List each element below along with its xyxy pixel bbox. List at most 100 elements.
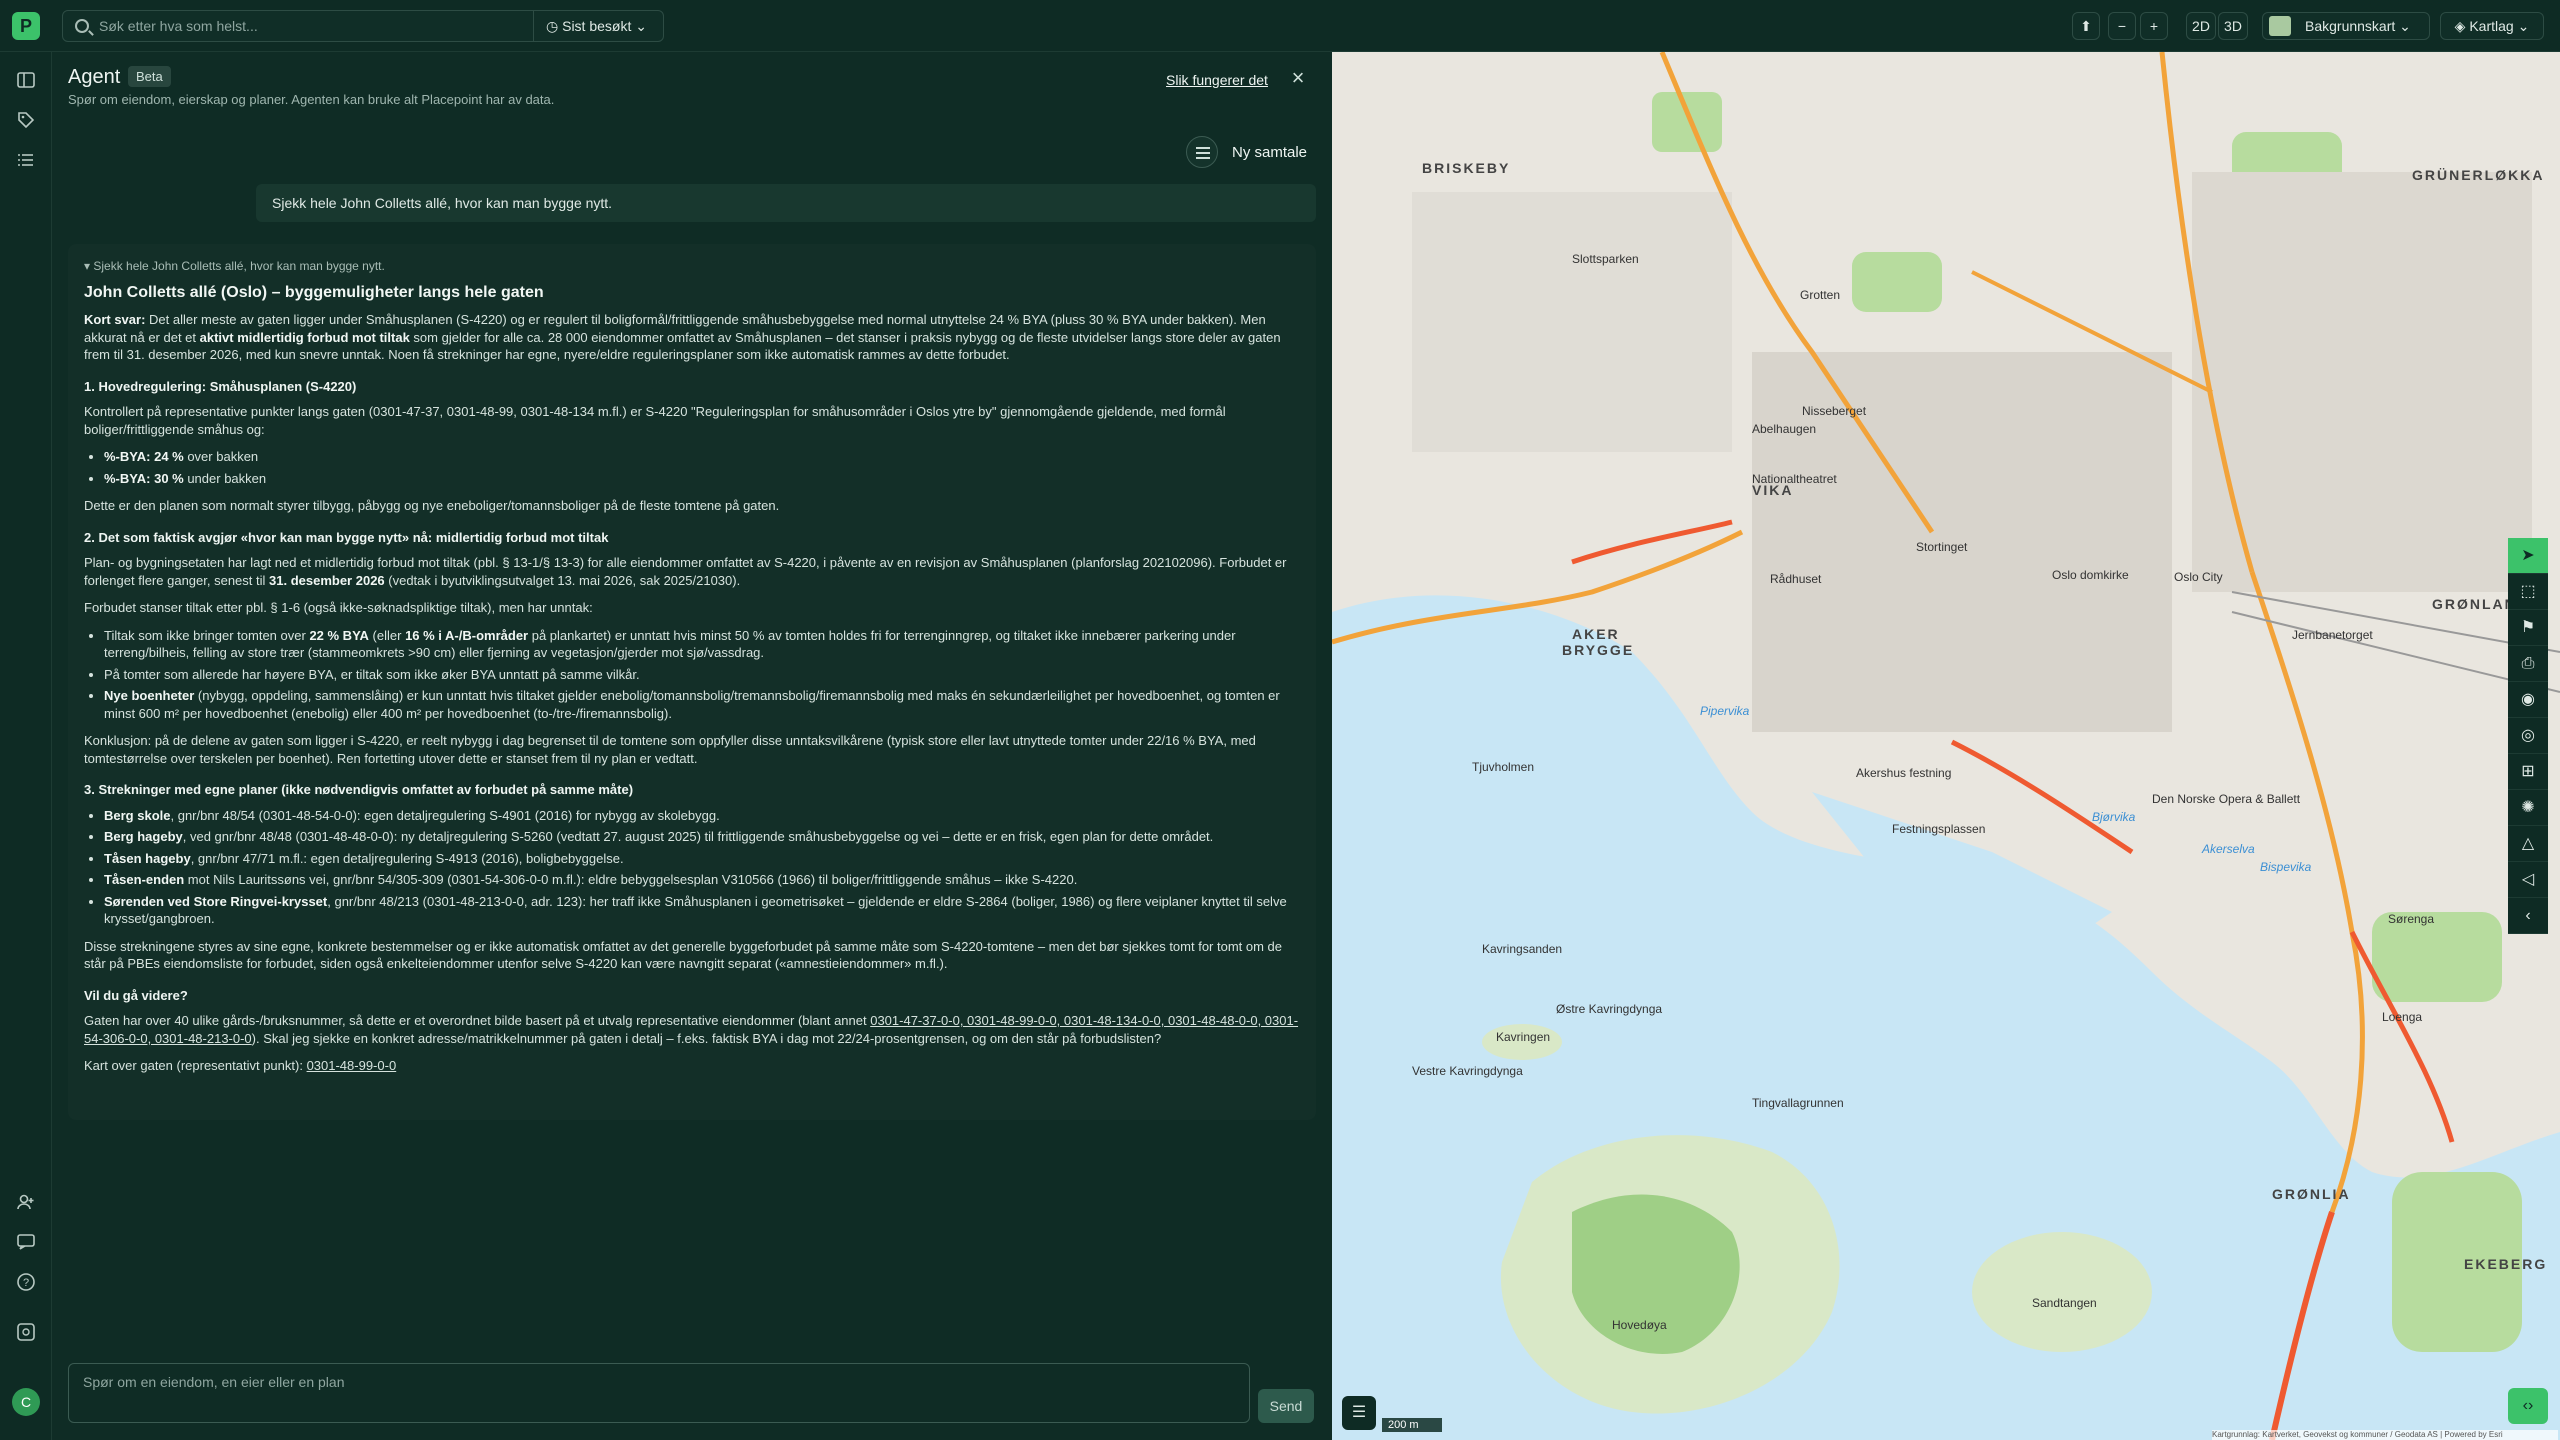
close-icon[interactable]: × — [1288, 67, 1308, 89]
map-label: Kavringsanden — [1482, 942, 1563, 956]
basemap-label: Bakgrunnskart — [2305, 18, 2396, 34]
map-point-link[interactable]: 0301-48-99-0-0 — [307, 1058, 397, 1073]
map-label: Kavringen — [1496, 1030, 1551, 1044]
legend-icon[interactable]: ☰ — [1342, 1396, 1376, 1430]
map-label: Festningsplassen — [1892, 822, 1986, 836]
select-pointer-icon[interactable]: ➤ — [2508, 538, 2548, 574]
map-label: Abelhaugen — [1752, 422, 1817, 436]
map-toolbar: ➤ ⬚ ⚑ ⎙ ◉ ◎ ⊞ ✺ △ ◁ ‹ — [2508, 538, 2548, 934]
measure-icon[interactable]: ⊞ — [2508, 754, 2548, 790]
view-3d-button[interactable]: 3D — [2218, 12, 2248, 40]
bya-list: %-BYA: 24 % over bakken %-BYA: 30 % unde… — [104, 448, 1300, 487]
map-view[interactable]: BRISKEBY GRÜNERLØKKA GRØNLAND VIKA AKER … — [1332, 52, 2560, 1440]
section-heading: 3. Strekninger med egne planer (ikke nød… — [84, 782, 634, 797]
map-label: Den Norske Opera & Ballett — [2152, 792, 2301, 806]
map-label: Oslo domkirke — [2052, 568, 2129, 582]
bookmark-icon[interactable]: ⚑ — [2508, 610, 2548, 646]
map-label: BRISKEBY — [1422, 160, 1511, 176]
sun-icon[interactable]: ✺ — [2508, 790, 2548, 826]
paragraph: Kontrollert på representative punkter la… — [84, 404, 1226, 437]
chat-icon[interactable] — [16, 1232, 36, 1252]
basemap-thumbnail — [2269, 16, 2291, 36]
top-bar: P ◷ Sist besøkt ⌄ ⬆ − + 2D 3D Bakgrunnsk… — [0, 0, 2560, 52]
map-label: Slottsparken — [1572, 252, 1639, 266]
map-label: Nationaltheatret — [1752, 472, 1837, 486]
chevron-down-icon: ⌄ — [635, 18, 647, 34]
search-box[interactable] — [62, 10, 534, 42]
map-label: Rådhuset — [1770, 572, 1822, 586]
left-rail: ? C — [0, 52, 52, 1440]
layers-dropdown[interactable]: ◈ Kartlag ⌄ — [2440, 12, 2544, 40]
app-logo[interactable]: P — [12, 12, 40, 40]
send-button[interactable]: Send — [1258, 1389, 1314, 1423]
code-icon[interactable]: ‹› — [2508, 1388, 2548, 1424]
paragraph: Kart over gaten (representativt punkt): … — [84, 1058, 397, 1073]
map-label: Sandtangen — [2032, 1296, 2097, 1310]
map-label: Grotten — [1800, 288, 1841, 302]
conversation-menu-button[interactable] — [1186, 136, 1218, 168]
user-add-icon[interactable] — [16, 1192, 36, 1212]
exceptions-list: Tiltak som ikke bringer tomten over 22 %… — [104, 627, 1300, 723]
map-label: GRØNLIA — [2272, 1186, 2351, 1202]
sidebar-panel-icon[interactable] — [16, 70, 36, 90]
paragraph: Konklusjon: på de delene av gaten som li… — [84, 733, 1256, 766]
agent-answer: ▾ Sjekk hele John Colletts allé, hvor ka… — [68, 244, 1316, 1120]
map-label: Hovedøya — [1612, 1318, 1667, 1332]
search-input[interactable] — [99, 15, 519, 37]
search-icon — [75, 19, 89, 33]
tag-icon[interactable] — [16, 110, 36, 130]
list-item: %-BYA: 30 % under bakken — [104, 470, 1300, 488]
triangle-icon[interactable]: △ — [2508, 826, 2548, 862]
how-it-works-link[interactable]: Slik fungerer det — [1166, 72, 1268, 88]
camera-icon[interactable]: ◉ — [2508, 682, 2548, 718]
agent-panel: Agent Beta Spør om eiendom, eierskap og … — [52, 52, 1332, 1440]
user-message: Sjekk hele John Colletts allé, hvor kan … — [256, 184, 1316, 222]
map-label: Vestre Kavringdynga — [1412, 1064, 1523, 1078]
map-label: GRÜNERLØKKA — [2412, 167, 2545, 183]
paragraph: Plan- og bygningsetaten har lagt ned et … — [84, 555, 1287, 588]
map-label: Bjørvika — [2092, 810, 2136, 824]
basemap-dropdown[interactable]: Bakgrunnskart ⌄ — [2262, 12, 2430, 40]
paragraph: Disse strekningene styres av sine egne, … — [84, 938, 1283, 972]
list-icon[interactable] — [16, 150, 36, 170]
map-label: Akerselva — [2202, 842, 2255, 856]
zoom-out-button[interactable]: − — [2108, 12, 2136, 40]
avatar[interactable]: C — [12, 1388, 40, 1416]
paragraph: Gaten har over 40 ulike gårds-/bruksnumm… — [84, 1013, 1299, 1046]
map-label: Jernbanetorget — [2292, 628, 2373, 642]
area-select-icon[interactable]: ⬚ — [2508, 574, 2548, 610]
recent-label: Sist besøkt — [562, 18, 632, 34]
list-item: Nye boenheter (nybygg, oppdeling, sammen… — [104, 687, 1300, 722]
map-canvas[interactable] — [1332, 52, 2560, 1440]
map-label: Bispevika — [2260, 860, 2312, 874]
beta-badge: Beta — [128, 66, 171, 87]
location-icon[interactable]: ◎ — [2508, 718, 2548, 754]
answer-summary-toggle[interactable]: ▾ Sjekk hele John Colletts allé, hvor ka… — [84, 258, 1300, 276]
list-item: Tiltak som ikke bringer tomten over 22 %… — [104, 627, 1300, 662]
recent-dropdown[interactable]: ◷ Sist besøkt ⌄ — [533, 10, 664, 42]
map-label: Akershus festning — [1856, 766, 1952, 780]
map-label: BRYGGE — [1562, 642, 1635, 658]
print-icon[interactable]: ⎙ — [2508, 646, 2548, 682]
compass-icon[interactable]: ⬆ — [2072, 12, 2100, 40]
agent-icon[interactable] — [16, 1322, 36, 1342]
zoom-in-button[interactable]: + — [2140, 12, 2168, 40]
message-input[interactable] — [83, 1374, 1233, 1414]
map-label: AKER — [1572, 626, 1620, 642]
clock-icon: ◷ — [546, 18, 559, 34]
layers-label: Kartlag — [2469, 18, 2514, 34]
map-label: Tjuvholmen — [1472, 760, 1535, 774]
section-heading: 2. Det som faktisk avgjør «hvor kan man … — [84, 529, 609, 545]
message-composer[interactable] — [68, 1363, 1250, 1423]
section-heading: Vil du gå videre? — [84, 987, 188, 1003]
map-label: Østre Kavringdynga — [1556, 1002, 1663, 1016]
help-icon[interactable]: ? — [16, 1272, 36, 1292]
new-chat-button[interactable]: Ny samtale — [1232, 144, 1307, 161]
list-item: Tåsen-enden mot Nils Lauritssøns vei, gn… — [104, 871, 1300, 889]
collapse-icon[interactable]: ‹ — [2508, 898, 2548, 934]
navigate-icon[interactable]: ◁ — [2508, 862, 2548, 898]
view-2d-button[interactable]: 2D — [2186, 12, 2216, 40]
scale-bar: 200 m — [1382, 1418, 1442, 1432]
list-item: På tomter som allerede har høyere BYA, e… — [104, 666, 1300, 684]
map-label: Nisseberget — [1802, 404, 1867, 418]
